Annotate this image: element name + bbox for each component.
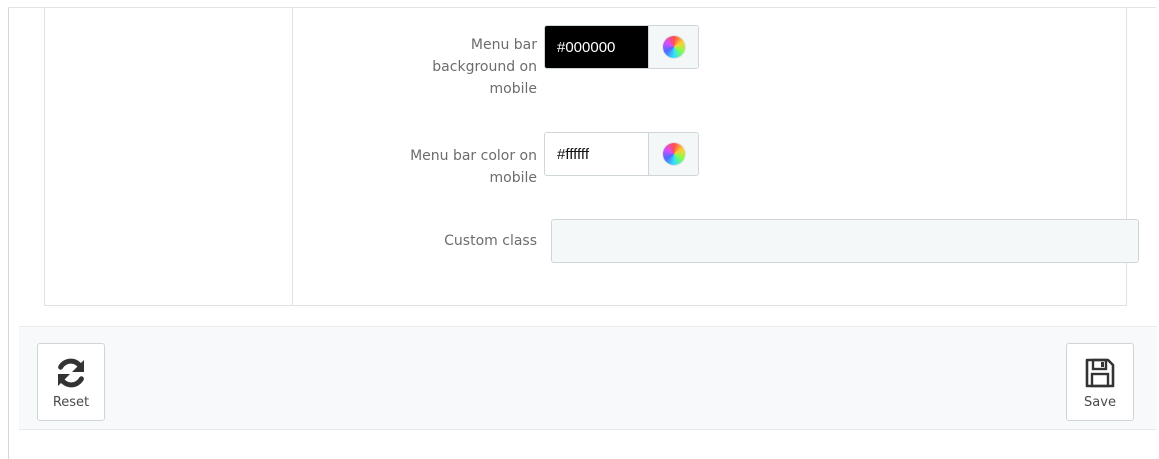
label-line: Menu bar color on: [410, 148, 537, 164]
reset-label: Reset: [52, 394, 90, 410]
save-label: Save: [1084, 394, 1116, 410]
label-line: Menu bar: [470, 37, 537, 53]
menu-bar-color-mobile-label: Menu bar color on mobile: [307, 145, 537, 189]
color-picker-button[interactable]: [648, 26, 698, 68]
panel-divider: [292, 8, 293, 305]
reset-button[interactable]: Reset: [37, 343, 105, 421]
label-line: mobile: [489, 170, 537, 186]
label-line: Custom class: [444, 233, 537, 249]
form-panel: Menu bar background on mobile Menu bar c…: [44, 8, 1139, 306]
menu-bar-color-mobile-colorpicker: [544, 132, 699, 176]
custom-class-label: Custom class: [307, 230, 537, 252]
panel-footer: Reset Save: [19, 326, 1157, 430]
color-wheel-icon: [662, 36, 685, 58]
menu-bar-color-mobile-input[interactable]: [545, 133, 648, 175]
color-wheel-icon: [662, 143, 685, 165]
settings-window: Menu bar background on mobile Menu bar c…: [8, 7, 1157, 459]
refresh-icon: [58, 358, 84, 387]
menu-bar-bg-mobile-input[interactable]: [545, 26, 648, 68]
color-picker-button[interactable]: [648, 133, 698, 175]
custom-class-input[interactable]: [551, 219, 1139, 263]
label-line: background on: [432, 59, 537, 75]
save-button[interactable]: Save: [1066, 343, 1134, 421]
save-disk-icon: [1085, 358, 1115, 387]
label-line: mobile: [489, 81, 537, 97]
menu-bar-bg-mobile-colorpicker: [544, 25, 699, 69]
menu-bar-bg-mobile-label: Menu bar background on mobile: [307, 34, 537, 100]
